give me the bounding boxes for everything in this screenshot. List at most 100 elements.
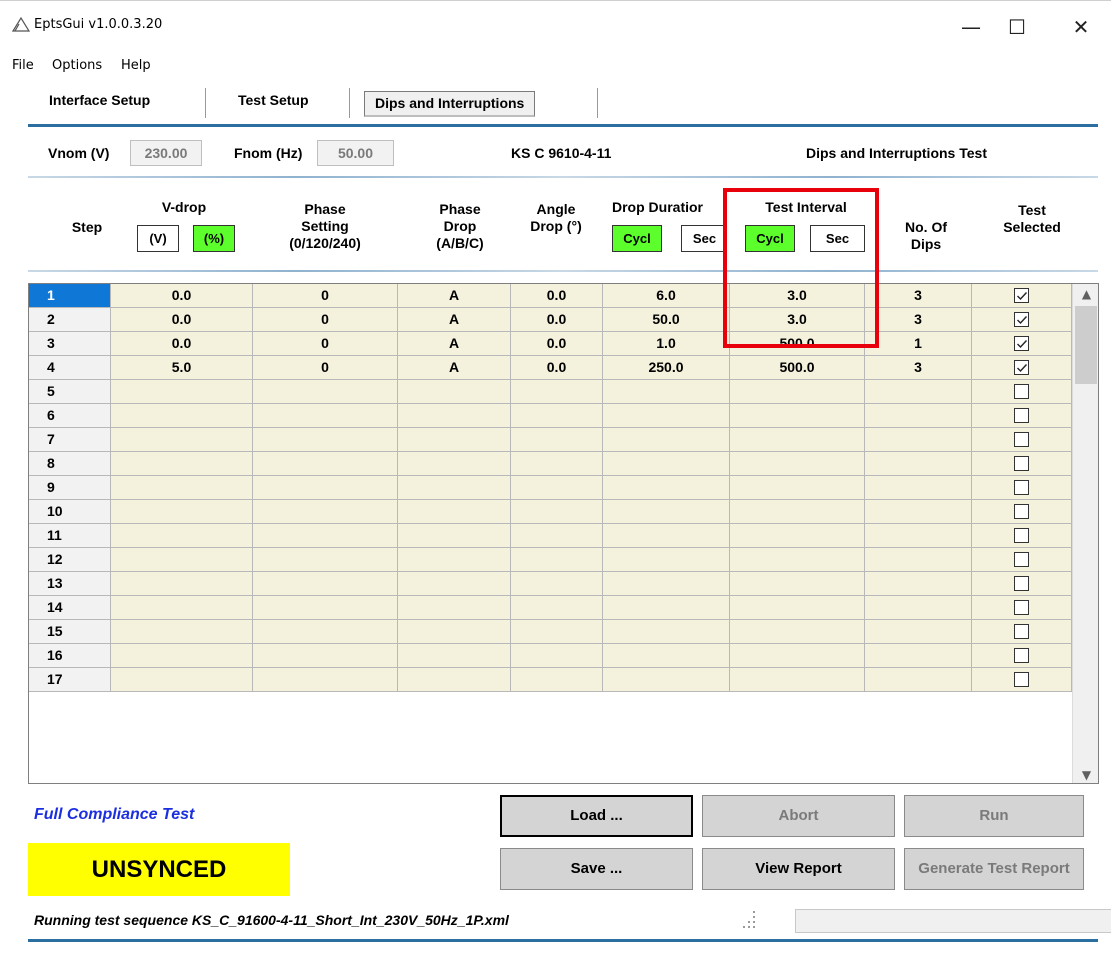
test-selected-checkbox[interactable] [1013,384,1029,399]
fnom-field[interactable]: 50.00 [317,140,394,166]
test-selected-checkbox[interactable] [1013,288,1029,303]
cell-angle-drop[interactable] [511,524,603,548]
table-row[interactable]: 14 [29,596,1072,620]
cell-drop-duration[interactable]: 50.0 [603,308,730,332]
scroll-down-icon[interactable]: ▼ [1073,765,1098,783]
cell-drop-duration[interactable] [603,500,730,524]
cell-step[interactable]: 16 [29,644,111,668]
cell-drop-duration[interactable] [603,644,730,668]
cell-test-interval[interactable] [730,548,865,572]
cell-test-interval[interactable] [730,476,865,500]
test-selected-checkbox[interactable] [1013,576,1029,591]
cell-phase-drop[interactable] [398,548,511,572]
cell-vdrop[interactable] [111,404,253,428]
cell-step[interactable]: 10 [29,500,111,524]
test-selected-checkbox[interactable] [1013,648,1029,663]
cell-step[interactable]: 7 [29,428,111,452]
cell-vdrop[interactable] [111,452,253,476]
test-selected-checkbox[interactable] [1013,360,1029,375]
cell-test-interval[interactable] [730,500,865,524]
cell-phase-setting[interactable] [253,380,398,404]
cell-no-of-dips[interactable]: 3 [865,356,972,380]
cell-step[interactable]: 12 [29,548,111,572]
cell-no-of-dips[interactable] [865,428,972,452]
test-selected-checkbox[interactable] [1013,504,1029,519]
vdrop-percent-toggle[interactable]: (%) [193,225,235,252]
test-selected-checkbox[interactable] [1013,480,1029,495]
cell-phase-setting[interactable] [253,500,398,524]
cell-phase-drop[interactable]: A [398,308,511,332]
cell-phase-setting[interactable]: 0 [253,284,398,308]
cell-angle-drop[interactable] [511,404,603,428]
cell-phase-drop[interactable] [398,620,511,644]
cell-phase-drop[interactable] [398,452,511,476]
menu-help[interactable]: Help [121,58,151,73]
cell-angle-drop[interactable] [511,548,603,572]
cell-step[interactable]: 15 [29,620,111,644]
cell-drop-duration[interactable] [603,668,730,692]
cell-phase-drop[interactable] [398,668,511,692]
cell-drop-duration[interactable]: 250.0 [603,356,730,380]
view-report-button[interactable]: View Report [702,848,895,890]
cell-vdrop[interactable] [111,548,253,572]
cell-drop-duration[interactable] [603,404,730,428]
cell-phase-setting[interactable] [253,572,398,596]
cell-no-of-dips[interactable] [865,500,972,524]
cell-drop-duration[interactable] [603,476,730,500]
cell-step[interactable]: 1 [29,284,111,308]
cell-angle-drop[interactable] [511,620,603,644]
cell-test-interval[interactable] [730,404,865,428]
table-row[interactable]: 10 [29,500,1072,524]
cell-angle-drop[interactable]: 0.0 [511,356,603,380]
cell-step[interactable]: 2 [29,308,111,332]
cell-vdrop[interactable]: 0.0 [111,332,253,356]
menu-options[interactable]: Options [52,58,102,73]
cell-phase-drop[interactable]: A [398,332,511,356]
tab-dips-and-interruptions[interactable]: Dips and Interruptions [364,91,536,117]
cell-step[interactable]: 11 [29,524,111,548]
cell-no-of-dips[interactable] [865,452,972,476]
cell-phase-drop[interactable] [398,644,511,668]
load-button[interactable]: Load ... [500,795,693,837]
table-row[interactable]: 8 [29,452,1072,476]
cell-test-interval[interactable]: 500.0 [730,356,865,380]
cell-no-of-dips[interactable] [865,380,972,404]
cell-no-of-dips[interactable] [865,596,972,620]
cell-drop-duration[interactable] [603,572,730,596]
vdrop-volts-toggle[interactable]: (V) [137,225,179,252]
cell-phase-drop[interactable] [398,380,511,404]
scrollbar-thumb[interactable] [1075,306,1097,384]
table-row[interactable]: 2 0.0 0 A 0.0 50.0 3.0 3 [29,308,1072,332]
cell-phase-setting[interactable] [253,428,398,452]
resize-grip-icon[interactable] [716,908,766,934]
table-row[interactable]: 4 5.0 0 A 0.0 250.0 500.0 3 [29,356,1072,380]
table-row[interactable]: 7 [29,428,1072,452]
drop-duration-cycl-toggle[interactable]: Cycl [612,225,662,252]
table-row[interactable]: 12 [29,548,1072,572]
cell-angle-drop[interactable]: 0.0 [511,284,603,308]
cell-angle-drop[interactable] [511,476,603,500]
tab-interface-setup[interactable]: Interface Setup [49,92,150,108]
cell-phase-drop[interactable] [398,476,511,500]
cell-no-of-dips[interactable] [865,524,972,548]
maximize-button[interactable]: ☐ [994,5,1040,49]
cell-angle-drop[interactable] [511,380,603,404]
cell-step[interactable]: 14 [29,596,111,620]
cell-drop-duration[interactable] [603,548,730,572]
cell-no-of-dips[interactable]: 3 [865,284,972,308]
cell-angle-drop[interactable] [511,452,603,476]
cell-phase-drop[interactable] [398,500,511,524]
test-selected-checkbox[interactable] [1013,600,1029,615]
save-button[interactable]: Save ... [500,848,693,890]
abort-button[interactable]: Abort [702,795,895,837]
cell-phase-setting[interactable] [253,644,398,668]
table-row[interactable]: 5 [29,380,1072,404]
cell-drop-duration[interactable] [603,452,730,476]
cell-angle-drop[interactable] [511,644,603,668]
close-button[interactable]: ✕ [1058,5,1104,49]
cell-phase-setting[interactable] [253,548,398,572]
test-selected-checkbox[interactable] [1013,456,1029,471]
cell-phase-setting[interactable] [253,476,398,500]
cell-angle-drop[interactable]: 0.0 [511,332,603,356]
cell-phase-drop[interactable] [398,572,511,596]
